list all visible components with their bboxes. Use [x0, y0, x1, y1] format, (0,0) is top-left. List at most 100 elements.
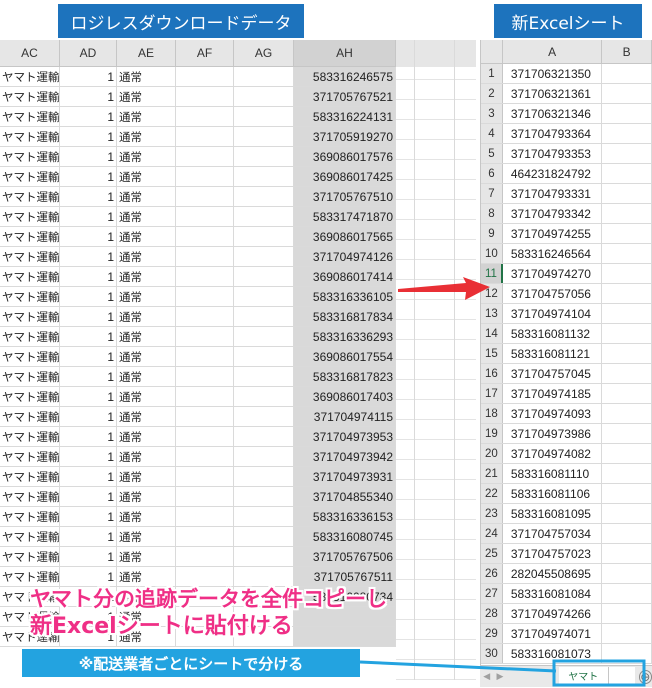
tracking-number-cell[interactable]: 583316246564	[503, 244, 603, 263]
row-number[interactable]: 5	[481, 144, 503, 163]
quantity-cell[interactable]: 1	[60, 387, 117, 406]
column-header-ac[interactable]: AC	[0, 40, 60, 66]
carrier-cell[interactable]: ヤマト運輸	[0, 267, 60, 286]
empty-cell[interactable]	[234, 107, 294, 126]
empty-cell[interactable]	[234, 347, 294, 366]
empty-cell[interactable]	[234, 147, 294, 166]
carrier-cell[interactable]: ヤマト運輸	[0, 287, 60, 306]
row-number[interactable]: 22	[481, 484, 503, 503]
scroll-right-icon[interactable]: ▶	[493, 671, 506, 682]
tracking-number-cell[interactable]: 371704973931	[294, 467, 396, 486]
type-cell[interactable]: 通常	[117, 287, 176, 306]
tracking-number-cell[interactable]: 371706321361	[503, 84, 603, 103]
carrier-cell[interactable]: ヤマト運輸	[0, 547, 60, 566]
row-number[interactable]: 17	[481, 384, 503, 403]
empty-cell[interactable]	[602, 164, 652, 183]
empty-cell[interactable]	[234, 167, 294, 186]
row-number[interactable]: 16	[481, 364, 503, 383]
empty-cell[interactable]	[176, 467, 234, 486]
tracking-number-cell[interactable]: 371704974255	[503, 224, 603, 243]
row-number[interactable]: 15	[481, 344, 503, 363]
empty-cell[interactable]	[234, 507, 294, 526]
tracking-number-cell[interactable]: 371704757056	[503, 284, 603, 303]
tracking-number-cell[interactable]: 583316336293	[294, 327, 396, 346]
quantity-cell[interactable]: 1	[60, 347, 117, 366]
tracking-number-cell[interactable]: 583317471870	[294, 207, 396, 226]
empty-cell[interactable]	[602, 404, 652, 423]
empty-cell[interactable]	[602, 224, 652, 243]
carrier-cell[interactable]: ヤマト運輸	[0, 407, 60, 426]
tracking-number-cell[interactable]: 583316081121	[503, 344, 603, 363]
quantity-cell[interactable]: 1	[60, 67, 117, 86]
empty-cell[interactable]	[176, 407, 234, 426]
quantity-cell[interactable]: 1	[60, 267, 117, 286]
tracking-number-cell[interactable]: 583316336105	[294, 287, 396, 306]
tracking-number-cell[interactable]: 369086017414	[294, 267, 396, 286]
empty-cell[interactable]	[176, 547, 234, 566]
row-number[interactable]: 26	[481, 564, 503, 583]
tracking-number-cell[interactable]: 371704973953	[294, 427, 396, 446]
quantity-cell[interactable]: 1	[60, 127, 117, 146]
row-number[interactable]: 10	[481, 244, 503, 263]
tracking-number-cell[interactable]: 371704973986	[503, 424, 603, 443]
carrier-cell[interactable]: ヤマト運輸	[0, 367, 60, 386]
empty-cell[interactable]	[176, 387, 234, 406]
quantity-cell[interactable]: 1	[60, 227, 117, 246]
empty-cell[interactable]	[176, 427, 234, 446]
row-number[interactable]: 13	[481, 304, 503, 323]
empty-cell[interactable]	[234, 407, 294, 426]
empty-cell[interactable]	[176, 287, 234, 306]
tracking-number-cell[interactable]: 583316081073	[503, 644, 603, 663]
empty-cell[interactable]	[176, 67, 234, 86]
tracking-number-cell[interactable]: 583316081095	[503, 504, 603, 523]
carrier-cell[interactable]: ヤマト運輸	[0, 167, 60, 186]
carrier-cell[interactable]: ヤマト運輸	[0, 147, 60, 166]
empty-cell[interactable]	[602, 184, 652, 203]
empty-cell[interactable]	[234, 187, 294, 206]
type-cell[interactable]: 通常	[117, 267, 176, 286]
carrier-cell[interactable]: ヤマト運輸	[0, 507, 60, 526]
empty-cell[interactable]	[176, 247, 234, 266]
tracking-number-cell[interactable]: 369086017576	[294, 147, 396, 166]
type-cell[interactable]: 通常	[117, 467, 176, 486]
tracking-number-cell[interactable]	[294, 627, 396, 646]
carrier-cell[interactable]: ヤマト運輸	[0, 207, 60, 226]
tracking-number-cell[interactable]: 371704973942	[294, 447, 396, 466]
row-number[interactable]: 3	[481, 104, 503, 123]
column-header-ad[interactable]: AD	[60, 40, 117, 66]
type-cell[interactable]: 通常	[117, 407, 176, 426]
row-number[interactable]: 4	[481, 124, 503, 143]
row-number[interactable]: 12	[481, 284, 503, 303]
quantity-cell[interactable]: 1	[60, 327, 117, 346]
tracking-number-cell[interactable]: 583316224131	[294, 107, 396, 126]
column-header-b[interactable]: B	[602, 40, 652, 63]
carrier-cell[interactable]: ヤマト運輸	[0, 347, 60, 366]
empty-cell[interactable]	[234, 287, 294, 306]
empty-cell[interactable]	[176, 347, 234, 366]
empty-cell[interactable]	[176, 127, 234, 146]
tracking-number-cell[interactable]: 371704855340	[294, 487, 396, 506]
carrier-cell[interactable]: ヤマト運輸	[0, 187, 60, 206]
row-number[interactable]: 7	[481, 184, 503, 203]
row-number[interactable]: 21	[481, 464, 503, 483]
carrier-cell[interactable]: ヤマト運輸	[0, 327, 60, 346]
type-cell[interactable]: 通常	[117, 127, 176, 146]
row-number[interactable]: 20	[481, 444, 503, 463]
carrier-cell[interactable]: ヤマト運輸	[0, 487, 60, 506]
type-cell[interactable]: 通常	[117, 387, 176, 406]
row-number[interactable]: 14	[481, 324, 503, 343]
empty-cell[interactable]	[176, 307, 234, 326]
empty-cell[interactable]	[602, 644, 652, 663]
empty-cell[interactable]	[234, 67, 294, 86]
tracking-number-cell[interactable]: 371704974266	[503, 604, 603, 623]
tracking-number-cell[interactable]: 371704974104	[503, 304, 603, 323]
carrier-cell[interactable]: ヤマト運輸	[0, 527, 60, 546]
tracking-number-cell[interactable]: 369086017403	[294, 387, 396, 406]
empty-cell[interactable]	[602, 544, 652, 563]
tracking-number-cell[interactable]: 369086017425	[294, 167, 396, 186]
carrier-cell[interactable]: ヤマト運輸	[0, 447, 60, 466]
tracking-number-cell[interactable]: 583316080745	[294, 527, 396, 546]
row-number[interactable]: 24	[481, 524, 503, 543]
empty-cell[interactable]	[234, 547, 294, 566]
tracking-number-cell[interactable]: 371705767510	[294, 187, 396, 206]
